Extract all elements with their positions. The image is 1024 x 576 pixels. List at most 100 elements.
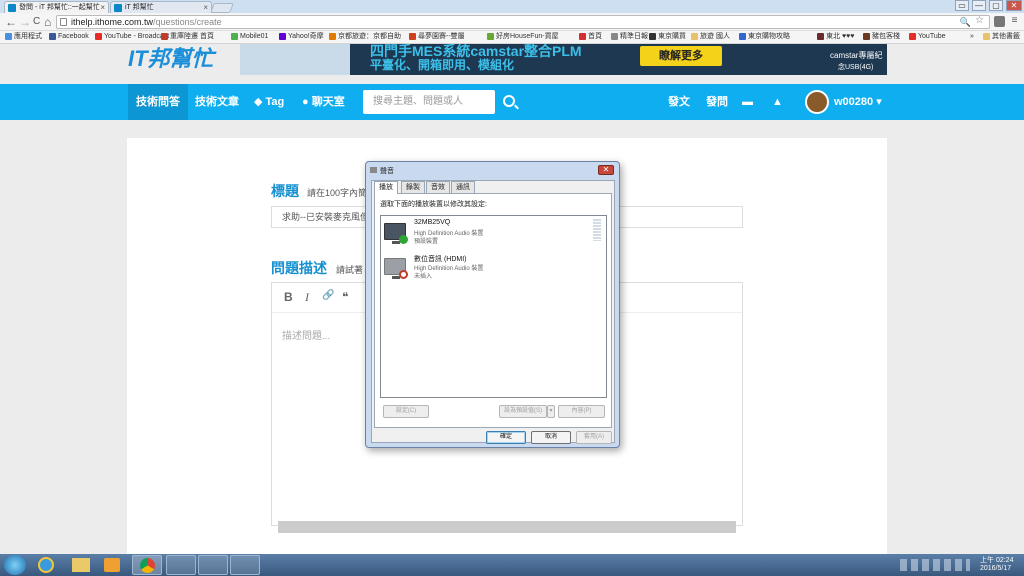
device-item-32mb25vq[interactable]: 32MB25VQ High Definition Audio 裝置 預設裝置 [384, 219, 594, 253]
media-player-icon[interactable] [104, 558, 120, 572]
configure-button[interactable]: 設定(C) [383, 405, 429, 418]
bookmark-item[interactable]: 東京購買 [648, 31, 686, 43]
bookmark-favicon-icon [579, 33, 586, 40]
bookmark-item[interactable]: 東北 ♥♥♥ [816, 31, 854, 43]
notifications-bell-icon[interactable]: ▲ [764, 84, 791, 120]
minimize-button[interactable]: — [972, 0, 986, 11]
bookmark-item[interactable]: Yahoo!奇摩 [278, 31, 324, 43]
bookmark-favicon-icon [649, 33, 656, 40]
ok-button[interactable]: 確定 [486, 431, 526, 444]
bookmark-favicon-icon [279, 33, 286, 40]
nav-tag[interactable]: ◆ Tag [246, 84, 292, 120]
bookmark-label: 東京購買 [658, 33, 686, 40]
quote-icon[interactable]: ❝ [342, 290, 348, 304]
bookmark-item[interactable]: 好房HouseFun-買屋 [486, 31, 559, 43]
forward-button[interactable]: → [19, 14, 31, 30]
italic-button[interactable]: I [305, 290, 309, 305]
bookmark-label: 豬包客棧 [872, 33, 900, 40]
playback-device-list[interactable]: 32MB25VQ High Definition Audio 裝置 預設裝置 數… [380, 215, 607, 398]
nav-articles[interactable]: 技術文章 [187, 84, 247, 120]
bookmark-item[interactable]: 京都旅遊：京都自助 [328, 31, 401, 43]
dialog-close-button[interactable]: ✕ [598, 165, 614, 175]
playback-panel: 選取下面的播放裝置以修改其設定: 32MB25VQ High Definitio… [374, 193, 612, 428]
bookmark-favicon-icon [329, 33, 336, 40]
page-info-icon[interactable] [60, 18, 67, 26]
bookmark-item[interactable]: 重庫陸遷 首頁 [160, 31, 214, 43]
system-tray[interactable] [900, 559, 970, 571]
extension-icon[interactable] [994, 16, 1005, 27]
device-item-hdmi[interactable]: 數位音訊 (HDMI) High Definition Audio 裝置 未插入 [384, 254, 594, 288]
site-search-input[interactable]: 搜尋主題、問題或人 [363, 90, 495, 114]
address-bar[interactable]: ithelp.ithome.com.tw/questions/create 🔍 … [56, 15, 990, 29]
bookmark-item[interactable]: 東京購物攻略 [738, 31, 790, 43]
new-tab-button[interactable] [210, 3, 234, 13]
editor-placeholder: 描述問題... [282, 331, 331, 342]
disc-taskbar-icon[interactable] [230, 555, 260, 575]
ithelp-favicon-icon [114, 4, 122, 12]
user-menu[interactable]: w00280 ▾ [826, 84, 890, 120]
other-bookmarks-folder[interactable]: 其他書籤 [982, 31, 1020, 43]
bookmark-star-icon[interactable]: ☆ [975, 15, 984, 27]
bookmark-label: 精準日報 [620, 33, 648, 40]
tab-playback[interactable]: 播放 [374, 181, 398, 194]
bookmark-item[interactable]: YouTube [908, 31, 946, 43]
tab-sounds[interactable]: 音效 [426, 181, 450, 193]
file-explorer-icon[interactable] [72, 558, 90, 572]
tab-ithelp[interactable]: iT 邦幫忙 × [110, 1, 212, 13]
bookmark-item[interactable]: Mobile01 [230, 31, 268, 43]
sound-dialog: 聲音 ✕ 播放 錄製 音效 通訊 選取下面的播放裝置以修改其設定: 32MB25… [365, 161, 620, 448]
reload-button[interactable]: C [33, 14, 40, 30]
set-default-dropdown-icon[interactable]: ▾ [547, 405, 555, 418]
tab-recording[interactable]: 錄製 [401, 181, 425, 193]
start-button[interactable] [4, 555, 26, 575]
bookmark-favicon-icon [691, 33, 698, 40]
messages-icon[interactable]: ▬ [734, 84, 761, 120]
search-icon[interactable] [503, 95, 515, 107]
editor-horizontal-scrollbar[interactable] [278, 521, 736, 533]
chrome-menu-icon[interactable]: ≡ [1009, 16, 1020, 27]
bookmark-item[interactable]: 豬包客棧 [862, 31, 900, 43]
site-logo[interactable]: IT邦幫忙 [128, 44, 214, 76]
set-default-button[interactable]: 設為預設值(S) [499, 405, 547, 418]
bookmark-item[interactable]: 精準日報 [610, 31, 648, 43]
control-panel-taskbar-icon[interactable] [198, 555, 228, 575]
bold-button[interactable]: B [284, 290, 293, 304]
app-taskbar-icon[interactable] [166, 555, 196, 575]
bookmark-item[interactable]: 尋夢園賽--雙屬 [408, 31, 465, 43]
nav-ask[interactable]: 發問 [698, 84, 736, 120]
bookmark-item[interactable]: 旅遊 國人 [690, 31, 730, 43]
bookmark-item[interactable]: 應用程式 [4, 31, 42, 43]
properties-button[interactable]: 內容(P) [558, 405, 605, 418]
bookmarks-overflow-button[interactable]: » [960, 31, 974, 43]
dialog-body: 播放 錄製 音效 通訊 選取下面的播放裝置以修改其設定: 32MB25VQ Hi… [371, 180, 615, 444]
bookmark-label: 東北 ♥♥♥ [826, 33, 855, 40]
bookmark-item[interactable]: 首頁 [578, 31, 602, 43]
window-close-button[interactable]: ✕ [1006, 0, 1022, 11]
tab-ask-question[interactable]: 發問 - iT 邦幫忙::一起幫忙 × [4, 1, 109, 13]
tab-communications[interactable]: 通訊 [451, 181, 475, 193]
tab-close-icon[interactable]: × [203, 2, 208, 13]
nav-chat[interactable]: ● 聊天室 [294, 84, 353, 120]
bookmark-item[interactable]: YouTube - Broadcast [94, 31, 169, 43]
window-profile-button[interactable]: ▭ [955, 0, 969, 11]
apply-button[interactable]: 套用(A) [576, 431, 612, 444]
maximize-button[interactable]: ▢ [989, 0, 1003, 11]
back-button[interactable]: ← [5, 14, 17, 30]
ad-banner[interactable]: 四門手MES系統camstar整合PLM 平臺化、開箱即用、模組化 瞭解更多 c… [240, 44, 887, 75]
site-navbar: 技術問答 技術文章 ◆ Tag ● 聊天室 搜尋主題、問題或人 發文 發問 ▬ … [0, 84, 1024, 120]
zoom-icon[interactable]: 🔍 [960, 16, 971, 28]
home-button[interactable]: ⌂ [44, 14, 51, 30]
ie-icon[interactable] [38, 557, 54, 573]
clock-time[interactable]: 上午 02:24 [980, 555, 1013, 565]
ad-cta-button[interactable]: 瞭解更多 [640, 46, 722, 66]
nav-qa[interactable]: 技術問答 [128, 84, 188, 120]
tab-close-icon[interactable]: × [100, 2, 105, 13]
browser-tab-strip: 發問 - iT 邦幫忙::一起幫忙 × iT 邦幫忙 × ▭ — ▢ ✕ [0, 0, 1024, 13]
clock-date[interactable]: 2016/5/17 [980, 565, 1011, 572]
link-icon[interactable]: 🔗 [322, 290, 334, 301]
bookmark-item[interactable]: Facebook [48, 31, 89, 43]
cancel-button[interactable]: 取消 [531, 431, 571, 444]
chrome-taskbar-icon[interactable] [132, 555, 162, 575]
nav-post[interactable]: 發文 [660, 84, 698, 120]
bookmark-label: 旅遊 國人 [700, 33, 730, 40]
